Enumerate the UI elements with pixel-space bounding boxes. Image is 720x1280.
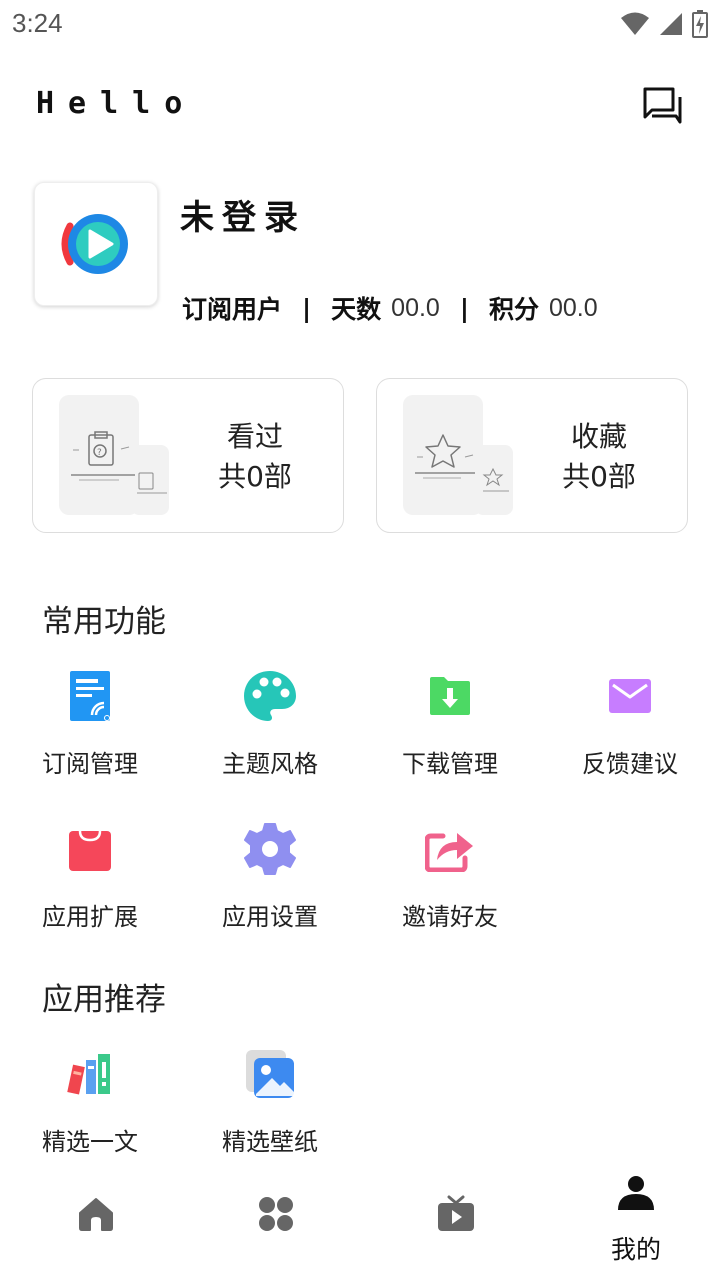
feedback-button[interactable]: 反馈建议 — [582, 668, 720, 788]
subscription-manage-label: 订阅管理 — [42, 750, 138, 778]
download-manage-label: 下载管理 — [402, 750, 498, 778]
separator: | — [302, 293, 312, 323]
books-icon — [62, 1046, 118, 1102]
days-value: 00.0 — [391, 293, 440, 322]
favorites-card-text: 收藏 共0部 — [537, 417, 661, 497]
app-extension-button[interactable]: 应用扩展 — [42, 821, 222, 941]
app-extension-label: 应用扩展 — [42, 903, 138, 931]
palette-icon — [242, 668, 298, 724]
theme-style-label: 主题风格 — [222, 750, 318, 778]
bottom-nav: 我的 — [0, 1170, 720, 1280]
app-settings-label: 应用设置 — [222, 903, 318, 931]
points-label: 积分 — [488, 295, 539, 324]
battery-icon — [692, 10, 708, 38]
featured-wallpaper-button[interactable]: 精选壁纸 — [222, 1046, 402, 1166]
clipboard-icon: ? — [71, 431, 167, 494]
separator: | — [459, 293, 469, 323]
invite-friends-label: 邀请好友 — [402, 903, 498, 931]
common-functions-title: 常用功能 — [42, 604, 166, 640]
history-card[interactable]: ? 看过 共0部 — [32, 378, 344, 533]
tv-icon — [436, 1194, 476, 1234]
featured-article-label: 精选一文 — [42, 1128, 138, 1156]
status-time: 3:24 — [12, 8, 63, 38]
shopping-bag-icon — [62, 821, 118, 877]
theme-style-button[interactable]: 主题风格 — [222, 668, 402, 788]
profile-stats: 订阅用户 | 天数 00.0 | 积分 00.0 — [182, 290, 598, 326]
nav-tv[interactable] — [366, 1170, 546, 1280]
subscription-icon — [62, 668, 118, 724]
history-count: 共0部 — [218, 460, 292, 493]
points-value: 00.0 — [549, 293, 598, 322]
download-folder-icon — [422, 668, 478, 724]
favorites-card[interactable]: 收藏 共0部 — [376, 378, 688, 533]
profile-section[interactable]: 未登录 订阅用户 | 天数 00.0 | 积分 00.0 — [34, 182, 694, 324]
history-title: 看过 — [226, 420, 283, 453]
feedback-label: 反馈建议 — [582, 750, 678, 778]
favorites-count: 共0部 — [562, 460, 636, 493]
home-icon — [76, 1194, 116, 1234]
star-icon — [415, 434, 509, 492]
app-logo-icon — [61, 214, 128, 274]
share-icon — [422, 821, 478, 877]
download-manage-button[interactable]: 下载管理 — [402, 668, 582, 788]
favorites-title: 收藏 — [570, 420, 627, 453]
days-label: 天数 — [331, 295, 382, 324]
messages-button[interactable] — [642, 86, 682, 126]
favorites-illustration — [403, 395, 515, 517]
featured-article-button[interactable]: 精选一文 — [42, 1046, 222, 1166]
signal-icon — [660, 13, 682, 35]
app-header: Hello — [0, 80, 720, 130]
avatar[interactable] — [34, 182, 158, 306]
wifi-icon — [621, 12, 649, 35]
person-icon — [616, 1174, 656, 1214]
settings-gear-icon — [242, 821, 298, 877]
chat-icon — [643, 87, 682, 124]
history-illustration: ? — [59, 395, 171, 517]
featured-wallpaper-label: 精选壁纸 — [222, 1128, 318, 1156]
nav-home[interactable] — [6, 1170, 186, 1280]
svg-text:?: ? — [97, 448, 102, 458]
invite-friends-button[interactable]: 邀请好友 — [402, 821, 582, 941]
apps-grid-icon — [256, 1194, 296, 1234]
nav-discover[interactable] — [186, 1170, 366, 1280]
mail-icon — [602, 668, 658, 724]
subscription-label: 订阅用户 — [182, 295, 283, 324]
app-settings-button[interactable]: 应用设置 — [222, 821, 402, 941]
username: 未登录 — [180, 198, 306, 238]
nav-mine[interactable]: 我的 — [546, 1170, 720, 1280]
subscription-manage-button[interactable]: 订阅管理 — [42, 668, 222, 788]
nav-mine-label: 我的 — [610, 1235, 661, 1264]
history-card-text: 看过 共0部 — [193, 417, 317, 497]
status-icons — [620, 10, 708, 38]
wallpaper-icon — [242, 1046, 298, 1102]
page-title: Hello — [36, 86, 197, 121]
recommended-apps-title: 应用推荐 — [42, 982, 166, 1018]
status-bar: 3:24 — [0, 0, 720, 50]
